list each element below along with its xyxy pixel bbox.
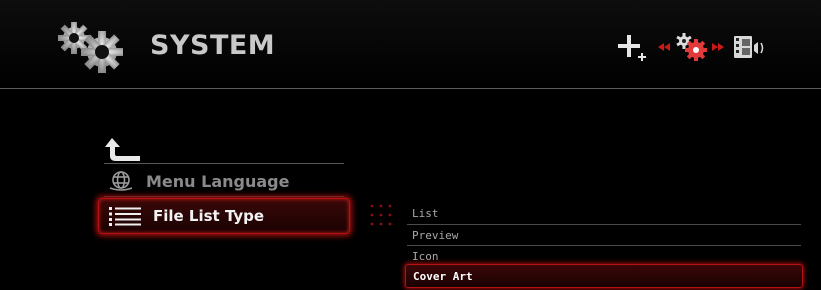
menu-divider (104, 196, 344, 197)
option-icon[interactable]: Icon (407, 246, 801, 266)
movie-audio-icon[interactable] (734, 36, 764, 58)
active-settings-icon[interactable] (676, 33, 707, 61)
header-bar: SYSTEM (0, 0, 821, 89)
right-arrows-icon (712, 43, 724, 51)
settings-gears-icon (58, 22, 123, 73)
menu-item-menu-language[interactable]: Menu Language (104, 168, 344, 194)
page-title: SYSTEM (150, 30, 276, 61)
top-nav-icons (618, 33, 764, 61)
back-arrow-icon[interactable] (104, 136, 142, 162)
list-icon (109, 207, 141, 226)
option-list[interactable]: List (407, 203, 801, 223)
option-cover-art[interactable]: Cover Art (405, 264, 803, 288)
menu-divider (104, 163, 344, 164)
menu-item-label: Menu Language (146, 171, 290, 191)
option-preview[interactable]: Preview (407, 225, 801, 245)
add-icon[interactable] (618, 35, 646, 61)
menu-item-file-list-type[interactable]: File List Type (98, 198, 350, 234)
left-arrows-icon (658, 43, 670, 51)
submenu-indicator-icon (370, 204, 392, 226)
globe-icon (109, 171, 133, 191)
menu-item-label: File List Type (153, 207, 265, 225)
